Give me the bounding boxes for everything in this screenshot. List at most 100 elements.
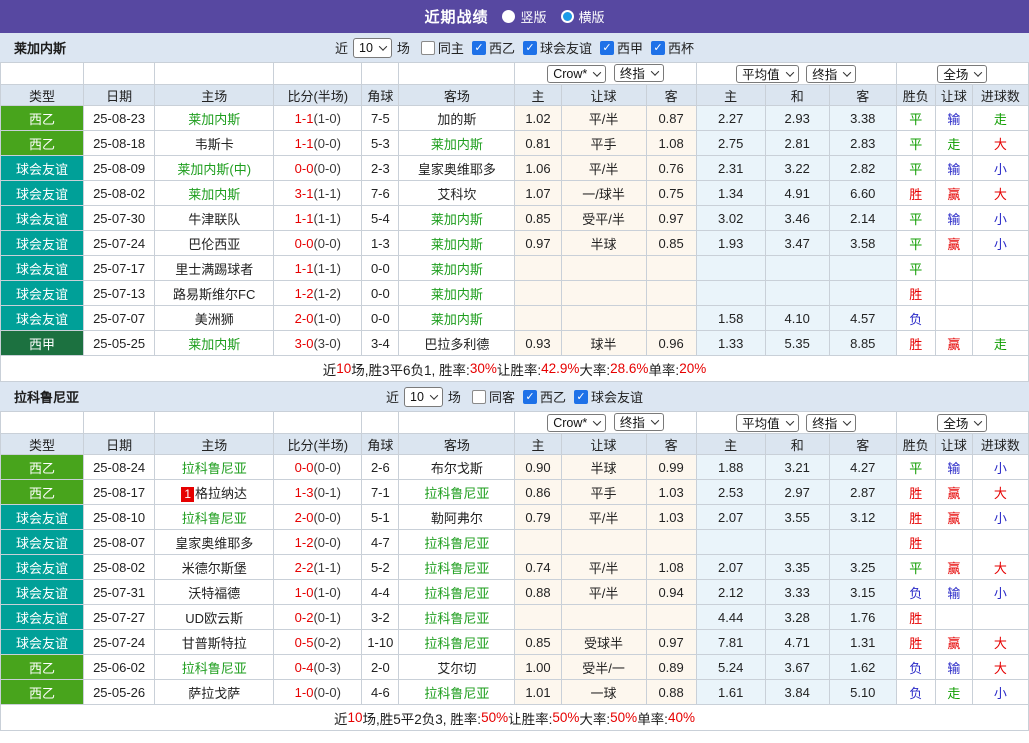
date-cell: 25-08-10 <box>84 505 155 530</box>
chevron-down-icon <box>785 68 793 76</box>
filter-西甲[interactable]: 西甲 <box>600 38 643 57</box>
result-handicap: 赢 <box>935 231 972 256</box>
avg-home-odds: 2.31 <box>696 156 765 181</box>
summary-text: 50% <box>610 710 637 725</box>
date-cell: 25-07-07 <box>84 306 155 331</box>
league-type-cell: 西乙 <box>1 655 84 680</box>
final-odds-select[interactable]: 终指 <box>806 414 856 432</box>
result-winloss: 平 <box>896 106 935 131</box>
checkbox-icon[interactable] <box>574 390 588 404</box>
header-spacer <box>362 412 399 434</box>
filter-西乙[interactable]: 西乙 <box>472 38 515 57</box>
filter-西乙[interactable]: 西乙 <box>523 387 566 406</box>
league-type-cell: 球会友谊 <box>1 530 84 555</box>
handicap-away-odds: 0.99 <box>646 455 696 480</box>
fulltime-score: 0-0 <box>295 161 314 176</box>
match-row: 球会友谊25-07-30牛津联队1-1(1-1)5-4莱加内斯0.85受平/半0… <box>1 206 1029 231</box>
odds-company-select[interactable]: Crow* <box>547 65 606 83</box>
league-type-cell: 球会友谊 <box>1 605 84 630</box>
avg-draw-odds <box>765 256 829 281</box>
filter-label: 球会友谊 <box>591 387 643 406</box>
home-team-cell: 韦斯卡 <box>155 131 274 156</box>
checkbox-icon[interactable] <box>523 390 537 404</box>
handicap-away-odds: 1.03 <box>646 480 696 505</box>
result-handicap: 赢 <box>935 555 972 580</box>
handicap-line: 平/半 <box>561 106 646 131</box>
result-goals: 大 <box>972 480 1028 505</box>
halftime-score: (1-0) <box>313 111 340 126</box>
checkbox-icon[interactable] <box>523 41 537 55</box>
checkbox-icon[interactable] <box>472 41 486 55</box>
avg-draw-odds: 3.84 <box>765 680 829 705</box>
checkbox-icon[interactable] <box>472 390 486 404</box>
avg-home-odds: 2.07 <box>696 555 765 580</box>
filters-group: 近 10 场 同主西乙球会友谊西甲西杯 <box>335 38 694 58</box>
handicap-home-odds: 1.07 <box>515 181 561 206</box>
corners-cell: 3-2 <box>362 605 399 630</box>
handicap-away-odds: 0.89 <box>646 655 696 680</box>
average-odds-select[interactable]: 平均值 <box>736 414 799 432</box>
filter-label: 西乙 <box>540 387 566 406</box>
checkbox-icon[interactable] <box>421 41 435 55</box>
col-header-date: 日期 <box>84 434 155 455</box>
layout-radio-vertical[interactable]: 竖版 <box>502 7 546 26</box>
filter-西杯[interactable]: 西杯 <box>651 38 694 57</box>
handicap-line <box>561 306 646 331</box>
score-cell: 1-1(1-1) <box>274 206 362 231</box>
home-team-name: UD欧云斯 <box>185 611 243 626</box>
col-header-goals-result: 进球数 <box>972 434 1028 455</box>
filter-同客[interactable]: 同客 <box>472 387 515 406</box>
games-count-select[interactable]: 10 <box>353 38 392 58</box>
home-team-cell: 拉科鲁尼亚 <box>155 505 274 530</box>
result-goals: 大 <box>972 655 1028 680</box>
filter-球会友谊[interactable]: 球会友谊 <box>574 387 643 406</box>
avg-home-odds: 5.24 <box>696 655 765 680</box>
away-team-cell: 拉科鲁尼亚 <box>399 630 515 655</box>
avg-draw-odds: 2.93 <box>765 106 829 131</box>
team-name: 拉科鲁尼亚 <box>14 387 79 406</box>
league-type-cell: 球会友谊 <box>1 181 84 206</box>
final-odds-select[interactable]: 终指 <box>614 413 664 431</box>
odds-company-select[interactable]: Crow* <box>547 414 606 432</box>
fulltime-score: 3-0 <box>295 336 314 351</box>
layout-radio-horizontal[interactable]: 横版 <box>561 7 605 26</box>
date-cell: 25-06-02 <box>84 655 155 680</box>
checkbox-icon[interactable] <box>600 41 614 55</box>
away-team-name: 莱加内斯 <box>431 287 483 302</box>
games-count-select[interactable]: 10 <box>404 387 443 407</box>
header-spacer <box>84 63 155 85</box>
avg-draw-odds: 4.91 <box>765 181 829 206</box>
match-row: 西乙25-08-24拉科鲁尼亚0-0(0-0)2-6布尔戈斯0.90半球0.99… <box>1 455 1029 480</box>
fulltime-select[interactable]: 全场 <box>937 65 987 83</box>
handicap-away-odds: 0.97 <box>646 630 696 655</box>
filter-同主[interactable]: 同主 <box>421 38 464 57</box>
halftime-score: (0-1) <box>313 485 340 500</box>
average-odds-select[interactable]: 平均值 <box>736 65 799 83</box>
checkbox-icon[interactable] <box>651 41 665 55</box>
date-cell: 25-07-30 <box>84 206 155 231</box>
score-cell: 3-0(3-0) <box>274 331 362 356</box>
handicap-line: 受球半 <box>561 630 646 655</box>
match-row: 球会友谊25-08-02莱加内斯3-1(1-1)7-6艾科坎1.07一/球半0.… <box>1 181 1029 206</box>
summary-text: 近 <box>323 359 337 379</box>
col-header-home: 主场 <box>155 85 274 106</box>
home-team-cell: 1格拉纳达 <box>155 480 274 505</box>
avg-home-odds: 2.27 <box>696 106 765 131</box>
handicap-line: 一球 <box>561 680 646 705</box>
fulltime-group: 全场 <box>896 63 1028 85</box>
halftime-score: (0-0) <box>313 685 340 700</box>
filter-球会友谊[interactable]: 球会友谊 <box>523 38 592 57</box>
final-odds-select[interactable]: 终指 <box>614 64 664 82</box>
handicap-home-odds <box>515 281 561 306</box>
result-goals <box>972 256 1028 281</box>
avg-home-odds <box>696 281 765 306</box>
avg-home-odds: 1.88 <box>696 455 765 480</box>
match-row: 球会友谊25-07-17里士满踢球者1-1(1-1)0-0莱加内斯平 <box>1 256 1029 281</box>
date-cell: 25-08-09 <box>84 156 155 181</box>
header-spacer <box>1 63 84 85</box>
league-type-cell: 球会友谊 <box>1 580 84 605</box>
handicap-away-odds: 0.88 <box>646 680 696 705</box>
average-odds-group: 平均值 终指 <box>696 63 896 85</box>
fulltime-select[interactable]: 全场 <box>937 414 987 432</box>
final-odds-select[interactable]: 终指 <box>806 65 856 83</box>
